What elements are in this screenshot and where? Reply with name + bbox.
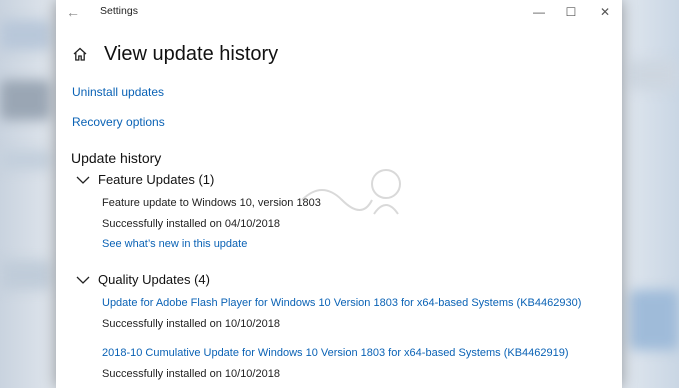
update-history-heading: Update history <box>71 150 162 166</box>
close-button[interactable]: ✕ <box>594 3 616 21</box>
home-icon[interactable] <box>72 46 88 62</box>
settings-window: ← Settings — ☐ ✕ View update history Uni… <box>56 0 622 388</box>
backdrop-blur <box>0 80 50 120</box>
uninstall-updates-link[interactable]: Uninstall updates <box>72 85 164 99</box>
window-title: Settings <box>100 5 138 17</box>
minimize-button[interactable]: — <box>528 3 550 21</box>
page-title: View update history <box>104 42 279 65</box>
backdrop-blur <box>0 260 50 290</box>
feature-updates-label: Feature Updates (1) <box>98 172 215 187</box>
whats-new-link[interactable]: See what’s new in this update <box>102 238 247 250</box>
recovery-options-link[interactable]: Recovery options <box>72 115 165 129</box>
update-status: Successfully installed on 10/10/2018 <box>102 318 280 330</box>
feature-updates-toggle[interactable]: Feature Updates (1) <box>76 172 214 187</box>
chevron-down-icon <box>76 176 90 184</box>
backdrop-blur <box>0 20 50 50</box>
quality-updates-toggle[interactable]: Quality Updates (4) <box>76 272 210 287</box>
chevron-down-icon <box>76 276 90 284</box>
update-status: Successfully installed on 04/10/2018 <box>102 218 280 230</box>
backdrop-blur <box>630 290 679 350</box>
watermark-graphic <box>301 169 401 215</box>
quality-updates-label: Quality Updates (4) <box>98 272 210 287</box>
title-bar: ← Settings — ☐ ✕ <box>56 0 622 24</box>
update-status: Successfully installed on 10/10/2018 <box>102 368 280 380</box>
update-link-kb4462930[interactable]: Update for Adobe Flash Player for Window… <box>102 297 581 309</box>
backdrop-blur <box>0 150 50 170</box>
backdrop-blur <box>630 60 679 90</box>
back-arrow-icon[interactable]: ← <box>64 3 82 21</box>
page-header: View update history <box>72 40 278 68</box>
maximize-button[interactable]: ☐ <box>560 3 582 21</box>
update-name: Feature update to Windows 10, version 18… <box>102 197 321 209</box>
update-link-kb4462919[interactable]: 2018-10 Cumulative Update for Windows 10… <box>102 347 569 359</box>
